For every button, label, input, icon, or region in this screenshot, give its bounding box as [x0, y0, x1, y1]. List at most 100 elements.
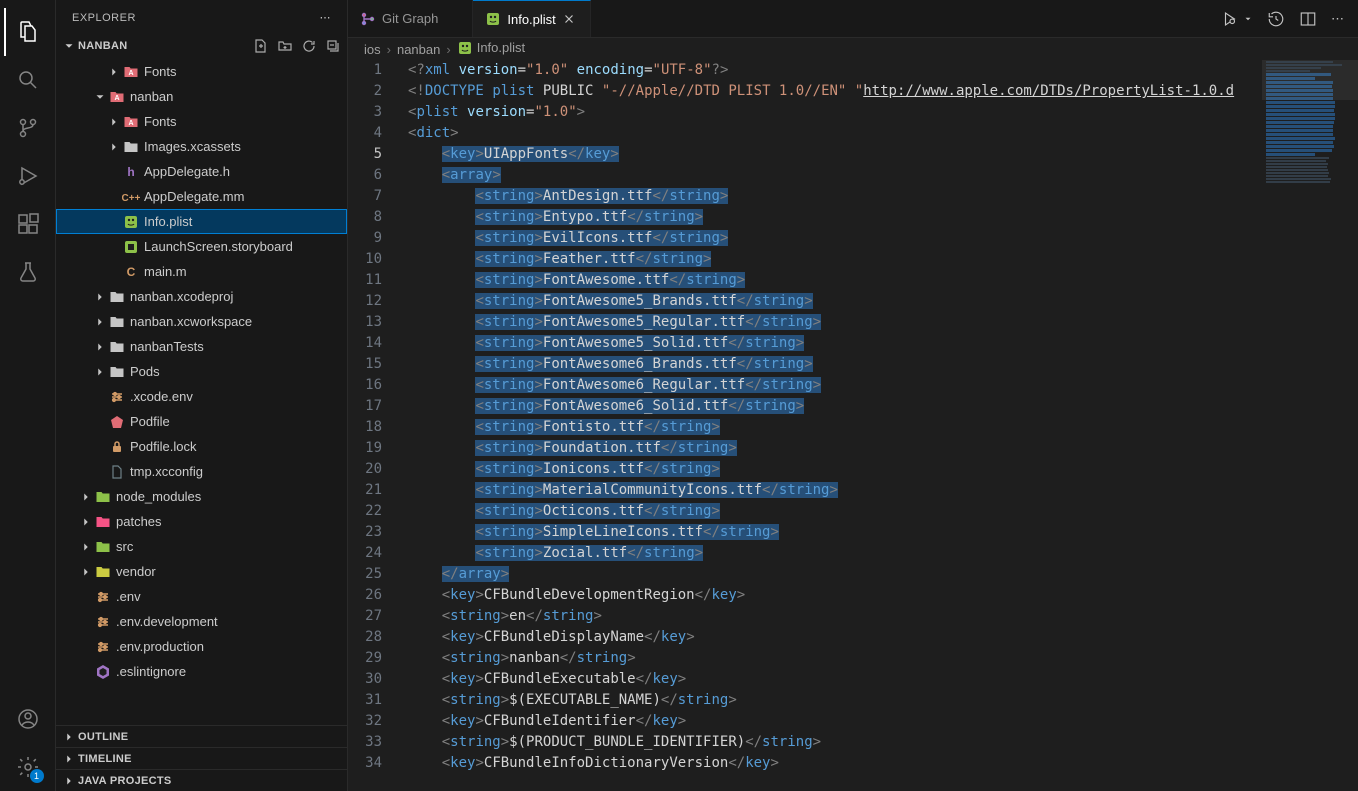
code-line[interactable]: 15 <string>FontAwesome6_Brands.ttf</stri… — [348, 354, 1262, 375]
code-line[interactable]: 22 <string>Octicons.ttf</string> — [348, 501, 1262, 522]
code-line[interactable]: 5 <key>UIAppFonts</key> — [348, 144, 1262, 165]
more-icon[interactable]: ⋯ — [1331, 11, 1344, 27]
breadcrumb[interactable]: ios›nanban›Info.plist — [348, 38, 1358, 60]
minimap[interactable] — [1262, 60, 1358, 791]
code-line[interactable]: 18 <string>Fontisto.ttf</string> — [348, 417, 1262, 438]
breadcrumb-segment[interactable]: ios — [364, 42, 381, 57]
code-line[interactable]: 31 <string>$(EXECUTABLE_NAME)</string> — [348, 690, 1262, 711]
tree-row[interactable]: node_modules — [56, 484, 347, 509]
code-line[interactable]: 32 <key>CFBundleIdentifier</key> — [348, 711, 1262, 732]
activity-source-control[interactable] — [4, 104, 52, 152]
code-line[interactable]: 20 <string>Ionicons.ttf</string> — [348, 459, 1262, 480]
tree-row[interactable]: Pods — [56, 359, 347, 384]
activity-run-debug[interactable] — [4, 152, 52, 200]
close-icon[interactable] — [562, 12, 578, 26]
minimap-viewport[interactable] — [1262, 60, 1358, 100]
section-java[interactable]: JAVA PROJECTS — [56, 769, 347, 791]
code-line[interactable]: 25 </array> — [348, 564, 1262, 585]
tree-row[interactable]: Images.xcassets — [56, 134, 347, 159]
history-icon[interactable] — [1267, 10, 1285, 28]
tree-row[interactable]: Info.plist — [56, 209, 347, 234]
tree-row[interactable]: .env.development — [56, 609, 347, 634]
code-line[interactable]: 9 <string>EvilIcons.ttf</string> — [348, 228, 1262, 249]
breadcrumb-segment[interactable]: nanban — [397, 42, 440, 57]
tree-row[interactable]: vendor — [56, 559, 347, 584]
tree-item-label: main.m — [144, 264, 187, 279]
code-line[interactable]: 16 <string>FontAwesome6_Regular.ttf</str… — [348, 375, 1262, 396]
code-line[interactable]: 3<plist version="1.0"> — [348, 102, 1262, 123]
tree-row[interactable]: .env.production — [56, 634, 347, 659]
code-line[interactable]: 12 <string>FontAwesome5_Brands.ttf</stri… — [348, 291, 1262, 312]
activity-testing[interactable] — [4, 248, 52, 296]
source-control-icon — [16, 116, 40, 140]
tree-row[interactable]: patches — [56, 509, 347, 534]
tree-row[interactable]: Cmain.m — [56, 259, 347, 284]
code-line[interactable]: 26 <key>CFBundleDevelopmentRegion</key> — [348, 585, 1262, 606]
code-editor[interactable]: 1<?xml version="1.0" encoding="UTF-8"?>2… — [348, 60, 1262, 791]
chevron-down-icon[interactable] — [1243, 14, 1253, 24]
code-line[interactable]: 11 <string>FontAwesome.ttf</string> — [348, 270, 1262, 291]
editor-tab[interactable]: Git Graph — [348, 0, 473, 37]
tree-row[interactable]: AFonts — [56, 109, 347, 134]
file-tree[interactable]: AFontsAnanbanAFontsImages.xcassetshAppDe… — [56, 57, 347, 725]
tree-row[interactable]: .env — [56, 584, 347, 609]
tree-row[interactable]: nanban.xcodeproj — [56, 284, 347, 309]
tree-row[interactable]: Ananban — [56, 84, 347, 109]
svg-text:A: A — [128, 70, 133, 77]
code-line[interactable]: 23 <string>SimpleLineIcons.ttf</string> — [348, 522, 1262, 543]
code-line[interactable]: 33 <string>$(PRODUCT_BUNDLE_IDENTIFIER)<… — [348, 732, 1262, 753]
code-line[interactable]: 8 <string>Entypo.ttf</string> — [348, 207, 1262, 228]
code-line[interactable]: 21 <string>MaterialCommunityIcons.ttf</s… — [348, 480, 1262, 501]
code-line[interactable]: 34 <key>CFBundleInfoDictionaryVersion</k… — [348, 753, 1262, 774]
code-line[interactable]: 7 <string>AntDesign.ttf</string> — [348, 186, 1262, 207]
code-line[interactable]: 24 <string>Zocial.ttf</string> — [348, 543, 1262, 564]
section-outline[interactable]: OUTLINE — [56, 725, 347, 747]
tree-row[interactable]: nanbanTests — [56, 334, 347, 359]
code-line[interactable]: 13 <string>FontAwesome5_Regular.ttf</str… — [348, 312, 1262, 333]
sidebar-more-icon[interactable]: ⋯ — [320, 11, 332, 24]
tree-row[interactable]: Podfile — [56, 409, 347, 434]
tree-row[interactable]: LaunchScreen.storyboard — [56, 234, 347, 259]
breadcrumb-segment[interactable]: Info.plist — [457, 40, 525, 59]
new-folder-icon[interactable] — [277, 38, 293, 54]
code-line[interactable]: 17 <string>FontAwesome6_Solid.ttf</strin… — [348, 396, 1262, 417]
code-line[interactable]: 1<?xml version="1.0" encoding="UTF-8"?> — [348, 60, 1262, 81]
split-editor-icon[interactable] — [1299, 10, 1317, 28]
activity-accounts[interactable] — [4, 695, 52, 743]
code-line[interactable]: 6 <array> — [348, 165, 1262, 186]
tree-item-label: vendor — [116, 564, 156, 579]
tree-row[interactable]: hAppDelegate.h — [56, 159, 347, 184]
tree-row[interactable]: nanban.xcworkspace — [56, 309, 347, 334]
line-number: 9 — [348, 228, 400, 249]
code-line[interactable]: 10 <string>Feather.ttf</string> — [348, 249, 1262, 270]
code-line[interactable]: 19 <string>Foundation.ttf</string> — [348, 438, 1262, 459]
run-icon[interactable] — [1221, 10, 1239, 28]
activity-explorer[interactable] — [4, 8, 52, 56]
collapse-all-icon[interactable] — [325, 38, 341, 54]
code-line[interactable]: 28 <key>CFBundleDisplayName</key> — [348, 627, 1262, 648]
tree-row[interactable]: .eslintignore — [56, 659, 347, 684]
chevron-right-icon — [78, 540, 94, 554]
activity-extensions[interactable] — [4, 200, 52, 248]
code-line[interactable]: 14 <string>FontAwesome5_Solid.ttf</strin… — [348, 333, 1262, 354]
tree-row[interactable]: AFonts — [56, 59, 347, 84]
refresh-icon[interactable] — [301, 38, 317, 54]
activity-settings[interactable]: 1 — [4, 743, 52, 791]
new-file-icon[interactable] — [253, 38, 269, 54]
tree-row[interactable]: .xcode.env — [56, 384, 347, 409]
code-line[interactable]: 30 <key>CFBundleExecutable</key> — [348, 669, 1262, 690]
code-line[interactable]: 29 <string>nanban</string> — [348, 648, 1262, 669]
chevron-right-icon — [106, 140, 122, 154]
activity-search[interactable] — [4, 56, 52, 104]
line-number: 8 — [348, 207, 400, 228]
section-root[interactable]: NANBAN — [56, 35, 347, 57]
section-timeline[interactable]: TIMELINE — [56, 747, 347, 769]
code-line[interactable]: 4<dict> — [348, 123, 1262, 144]
tree-row[interactable]: src — [56, 534, 347, 559]
code-line[interactable]: 2<!DOCTYPE plist PUBLIC "-//Apple//DTD P… — [348, 81, 1262, 102]
tree-row[interactable]: C++AppDelegate.mm — [56, 184, 347, 209]
code-line[interactable]: 27 <string>en</string> — [348, 606, 1262, 627]
editor-tab[interactable]: Info.plist — [473, 0, 590, 37]
tree-row[interactable]: Podfile.lock — [56, 434, 347, 459]
tree-row[interactable]: tmp.xcconfig — [56, 459, 347, 484]
